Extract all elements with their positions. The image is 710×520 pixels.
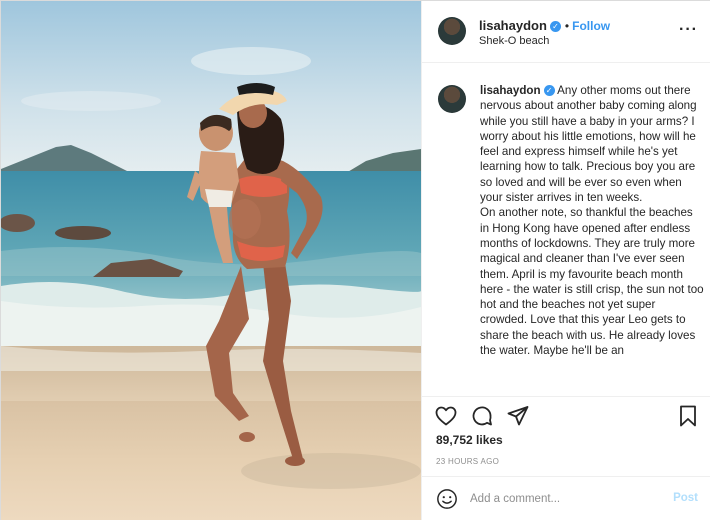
heart-icon[interactable] <box>434 404 458 428</box>
instagram-post: lisahaydon ✓ • Follow Shek-O beach ··· lisa… <box>0 0 710 520</box>
verified-badge-icon: ✓ <box>543 85 555 96</box>
avatar[interactable] <box>438 17 466 45</box>
follow-button[interactable]: Follow <box>572 19 610 33</box>
header-user-line: lisahaydon ✓ • Follow <box>479 17 610 35</box>
caption-text: Any other moms out there nervous about a… <box>480 84 704 358</box>
post-timestamp[interactable]: 23 HOURS AGO <box>436 457 499 466</box>
comment-icon[interactable] <box>470 404 494 428</box>
comment-input[interactable] <box>470 489 650 509</box>
beach-photo <box>1 1 421 520</box>
more-options-icon[interactable]: ··· <box>679 21 698 39</box>
caption-avatar[interactable] <box>438 85 466 113</box>
bookmark-icon[interactable] <box>676 404 700 428</box>
smiley-icon[interactable] <box>436 488 458 510</box>
share-icon[interactable] <box>506 404 530 428</box>
caption: lisahaydon ✓ Any other moms out there ner… <box>480 83 704 358</box>
verified-badge-icon: ✓ <box>549 21 561 32</box>
post-photo[interactable] <box>1 1 421 520</box>
username-link[interactable]: lisahaydon <box>479 18 547 33</box>
comments-area: lisahaydon ✓ Any other moms out there ner… <box>422 63 710 395</box>
add-comment-bar: Post <box>422 476 710 520</box>
caption-username-link[interactable]: lisahaydon <box>480 84 541 97</box>
post-comment-button[interactable]: Post <box>673 492 698 504</box>
action-bar <box>422 396 710 434</box>
post-header: lisahaydon ✓ • Follow Shek-O beach ··· <box>422 1 710 63</box>
separator-dot: • <box>564 19 570 33</box>
post-side-panel: lisahaydon ✓ • Follow Shek-O beach ··· lisa… <box>421 1 710 520</box>
likes-count[interactable]: 89,752 likes <box>436 433 503 447</box>
location-link[interactable]: Shek-O beach <box>479 35 549 47</box>
